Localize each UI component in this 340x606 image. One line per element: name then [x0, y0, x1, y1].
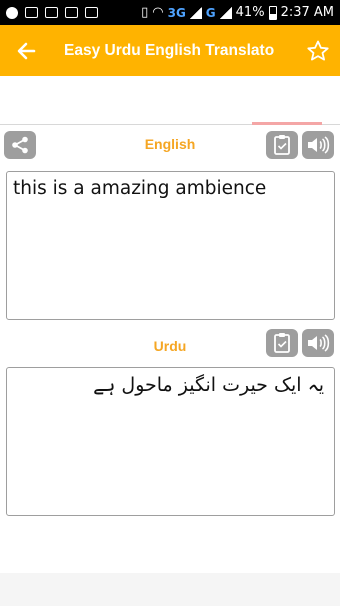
gallery-icon: [65, 7, 78, 18]
star-outline-icon: [307, 40, 329, 60]
screen: ▯ ◠ 3G G 41% 2:37 AM Easy Urdu English T…: [0, 0, 340, 606]
source-text-box[interactable]: this is a amazing ambience: [6, 171, 335, 320]
copy-source-button[interactable]: [266, 131, 298, 159]
image-icon: [25, 7, 38, 18]
network-type-2: G: [205, 5, 216, 20]
source-language-label: English: [144, 136, 196, 152]
speak-target-button[interactable]: [302, 329, 334, 357]
clock: 2:37 AM: [280, 5, 334, 20]
target-text-box[interactable]: یہ ایک حیرت انگیز ماحول ہے: [6, 367, 335, 516]
clipboard-icon: [274, 135, 290, 155]
network-type: 3G: [167, 5, 186, 20]
messenger-icon: [6, 6, 18, 19]
copy-target-button[interactable]: [266, 329, 298, 357]
favorite-button[interactable]: [296, 25, 340, 76]
share-button[interactable]: [4, 131, 36, 159]
arrow-left-icon: [17, 42, 36, 59]
photo-icon: [85, 7, 98, 18]
battery-percent: 41%: [235, 5, 265, 20]
battery-icon: [268, 5, 277, 20]
notification-icons: [6, 6, 98, 19]
signal-icon: [189, 6, 202, 19]
vibrate-icon: ▯: [141, 5, 149, 20]
bottom-ad-strip: [0, 573, 340, 606]
signal-icon-2: [219, 6, 232, 19]
speak-source-button[interactable]: [302, 131, 334, 159]
target-text: یہ ایک حیرت انگیز ماحول ہے: [93, 374, 324, 396]
app-title: Easy Urdu English Translator: [64, 41, 274, 59]
speaker-icon: [308, 334, 330, 352]
target-language-label: Urdu: [153, 338, 187, 354]
status-bar: ▯ ◠ 3G G 41% 2:37 AM: [0, 0, 340, 25]
back-button[interactable]: [0, 25, 52, 76]
progress-accent: [252, 122, 322, 125]
clipboard-icon: [274, 333, 290, 353]
source-text: this is a amazing ambience: [13, 178, 267, 199]
status-right: ▯ ◠ 3G G 41% 2:37 AM: [141, 5, 334, 20]
wifi-icon: ◠: [152, 5, 164, 20]
app-bar: Easy Urdu English Translator: [0, 25, 340, 76]
share-icon: [12, 136, 28, 154]
speaker-icon: [308, 136, 330, 154]
ad-banner: [0, 76, 340, 124]
mail-icon: [45, 7, 58, 18]
